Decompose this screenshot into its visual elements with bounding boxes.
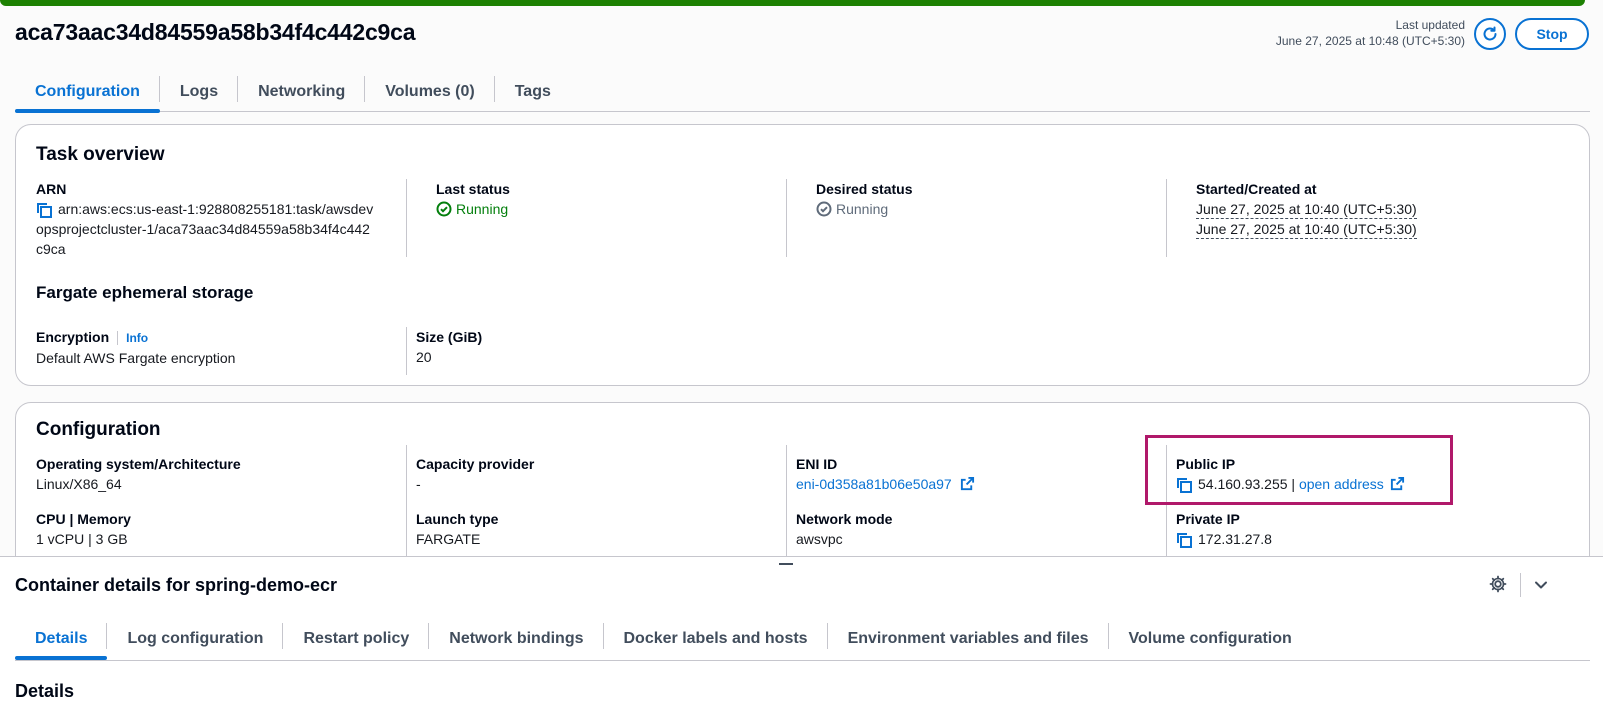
private-ip-field: Private IP 172.31.27.8	[1176, 509, 1272, 549]
arn-value-line2: opsprojectcluster-1/aca73aac34d84559a58b…	[36, 221, 370, 237]
copy-icon[interactable]	[36, 202, 52, 219]
cpu-memory-field: CPU | Memory 1 vCPU | 3 GB	[36, 509, 131, 549]
fargate-storage-title: Fargate ephemeral storage	[36, 283, 254, 302]
desired-status-value: Running	[836, 201, 889, 217]
tab-label: Volume configuration	[1128, 630, 1292, 647]
tab-label: Logs	[179, 83, 219, 100]
encryption-label: Encryption	[36, 329, 110, 345]
started-field: Started/Created at June 27, 2025 at 10:4…	[1196, 179, 1417, 239]
success-check-icon	[436, 201, 452, 217]
refresh-icon	[1483, 26, 1497, 41]
os-field: Operating system/Architecture Linux/X86_…	[36, 454, 241, 494]
cpu-memory-value: 1 vCPU | 3 GB	[36, 531, 128, 547]
tab-label: Configuration	[35, 83, 140, 100]
external-link-icon	[960, 476, 974, 491]
task-overview-card: Task overview ARN arn:aws:ecs:us-east-1:…	[15, 124, 1590, 386]
tab-log-configuration[interactable]: Log configuration	[107, 619, 284, 659]
gear-icon[interactable]	[1489, 575, 1507, 593]
refresh-button[interactable]	[1474, 18, 1506, 50]
tab-label: Tags	[514, 83, 551, 100]
size-label: Size (GiB)	[416, 329, 483, 345]
last-updated-label: Last updated	[1395, 18, 1465, 32]
arn-value-line3: c9ca	[36, 241, 66, 257]
resize-handle[interactable]	[779, 563, 793, 565]
eni-field: ENI ID eni-0d358a81b06e50a97	[796, 454, 975, 494]
tab-networking[interactable]: Networking	[238, 72, 366, 112]
tab-label: Restart policy	[303, 630, 410, 647]
started-value[interactable]: June 27, 2025 at 10:40 (UTC+5:30)	[1196, 200, 1417, 219]
status-check-icon	[816, 201, 832, 217]
created-value[interactable]: June 27, 2025 at 10:40 (UTC+5:30)	[1196, 220, 1417, 239]
container-details-panel: Container details for spring-demo-ecr De…	[0, 556, 1603, 706]
tab-label: Log configuration	[127, 630, 264, 647]
network-mode-label: Network mode	[796, 511, 893, 527]
container-panel-title: Container details for spring-demo-ecr	[15, 575, 338, 595]
last-status-value: Running	[456, 201, 509, 217]
tab-configuration[interactable]: Configuration	[15, 72, 160, 113]
copy-icon[interactable]	[1176, 532, 1192, 549]
encryption-value: Default AWS Fargate encryption	[36, 350, 236, 366]
launch-type-value: FARGATE	[416, 531, 481, 547]
tab-volumes[interactable]: Volumes (0)	[365, 72, 495, 112]
tab-tags[interactable]: Tags	[495, 72, 571, 112]
task-overview-title: Task overview	[36, 144, 165, 165]
network-mode-field: Network mode awsvpc	[796, 509, 892, 549]
tab-details[interactable]: Details	[15, 619, 108, 660]
arn-value-line1: arn:aws:ecs:us-east-1:928808255181:task/…	[58, 201, 374, 217]
last-updated-value: June 27, 2025 at 10:48 (UTC+5:30)	[1275, 34, 1465, 48]
size-field: Size (GiB) 20	[416, 327, 482, 367]
tab-label: Network bindings	[449, 630, 584, 647]
container-tabs: Details Log configuration Restart policy…	[15, 619, 1590, 661]
cpu-memory-label: CPU | Memory	[36, 511, 131, 527]
capacity-label: Capacity provider	[416, 456, 535, 472]
task-tabs: Configuration Logs Networking Volumes (0…	[15, 72, 1590, 113]
stop-button[interactable]: Stop	[1515, 18, 1589, 50]
tab-label: Docker labels and hosts	[623, 630, 808, 647]
network-mode-value: awsvpc	[796, 531, 843, 547]
eni-label: ENI ID	[796, 456, 838, 472]
last-status-label: Last status	[436, 181, 510, 197]
launch-type-label: Launch type	[416, 511, 499, 527]
tab-docker-labels[interactable]: Docker labels and hosts	[604, 619, 828, 659]
page-title: aca73aac34d84559a58b34f4c442c9ca	[15, 19, 416, 45]
started-label: Started/Created at	[1196, 181, 1317, 197]
desired-status-label: Desired status	[816, 181, 913, 197]
tab-label: Details	[35, 630, 88, 647]
configuration-title: Configuration	[36, 419, 161, 440]
private-ip-label: Private IP	[1176, 511, 1240, 527]
size-value: 20	[416, 349, 432, 365]
tab-network-bindings[interactable]: Network bindings	[429, 619, 604, 659]
desired-status-field: Desired status Running	[816, 179, 912, 219]
private-ip-value: 172.31.27.8	[1198, 531, 1272, 547]
success-banner-bar	[0, 0, 1585, 6]
eni-link[interactable]: eni-0d358a81b06e50a97	[796, 476, 952, 492]
launch-type-field: Launch type FARGATE	[416, 509, 498, 549]
tab-volume-configuration[interactable]: Volume configuration	[1109, 619, 1312, 659]
chevron-down-icon[interactable]	[1533, 577, 1549, 593]
tab-label: Networking	[258, 83, 346, 100]
capacity-value: -	[416, 476, 421, 492]
encryption-field: Encryption Info Default AWS Fargate encry…	[36, 327, 235, 368]
arn-label: ARN	[36, 181, 67, 197]
tab-logs[interactable]: Logs	[160, 72, 239, 112]
arn-field: ARN arn:aws:ecs:us-east-1:928808255181:t…	[36, 179, 386, 259]
tab-restart-policy[interactable]: Restart policy	[283, 619, 430, 659]
capacity-field: Capacity provider -	[416, 454, 534, 494]
last-status-field: Last status Running	[436, 179, 510, 219]
tab-environment-variables[interactable]: Environment variables and files	[828, 619, 1109, 659]
os-label: Operating system/Architecture	[36, 456, 241, 472]
tab-label: Environment variables and files	[847, 630, 1089, 647]
public-ip-highlight-box	[1145, 435, 1453, 505]
last-updated: Last updated June 27, 2025 at 10:48 (UTC…	[1276, 17, 1465, 49]
os-value: Linux/X86_64	[36, 476, 122, 492]
info-link[interactable]: Info	[117, 331, 149, 345]
details-heading: Details	[15, 681, 75, 701]
tab-label: Volumes (0)	[385, 83, 475, 100]
